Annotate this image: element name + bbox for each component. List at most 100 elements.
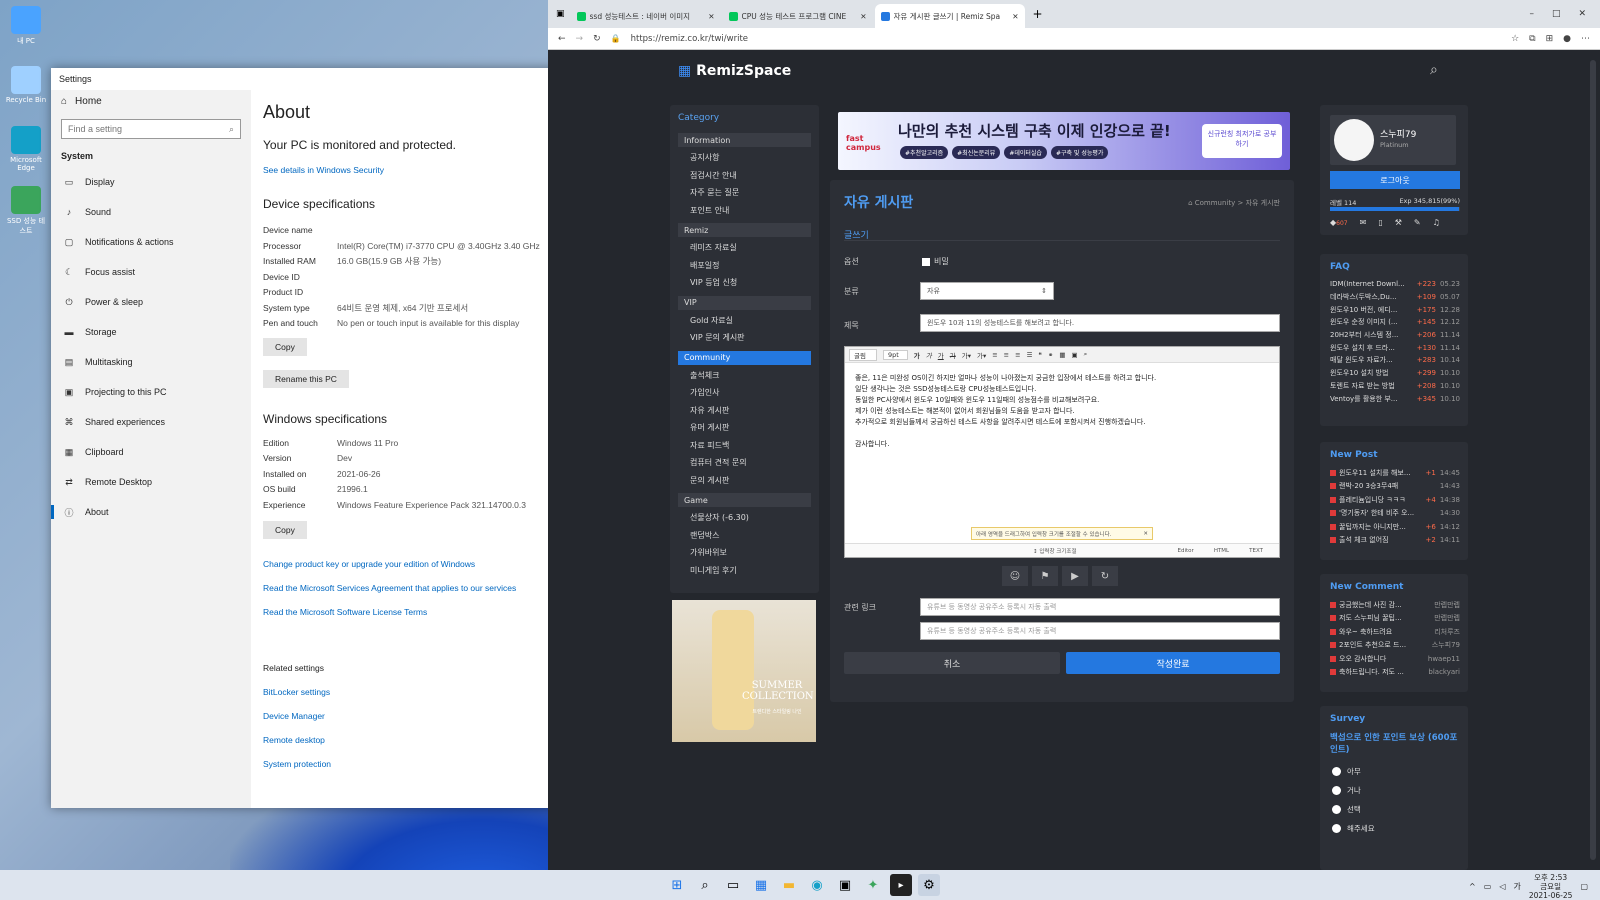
settings-gear-icon[interactable]: ⚙ — [918, 874, 940, 896]
editor-mode-tab[interactable]: HTML — [1214, 548, 1229, 554]
cancel-button[interactable]: 취소 — [844, 652, 1060, 674]
faq-item[interactable]: 20H2부터 시스템 정... +206 11.14 — [1320, 329, 1468, 342]
new-comment-item[interactable]: 축하드립니다. 저도 ... blackyari — [1320, 666, 1468, 680]
ime-icon[interactable]: 가 — [1513, 881, 1520, 892]
category-item[interactable]: 컴퓨터 견적 문의 — [670, 454, 819, 472]
wrench-icon[interactable]: ⚒ — [1395, 218, 1402, 227]
nav-item-about[interactable]: ⓘ About — [51, 497, 251, 527]
editor-mode-tab[interactable]: TEXT — [1249, 548, 1263, 554]
category-item[interactable]: 자료 피드백 — [670, 437, 819, 455]
pencil-icon[interactable]: ✎ — [1414, 218, 1421, 227]
category-item[interactable]: 가입인사 — [670, 384, 819, 402]
quote-icon[interactable]: ❝ — [1038, 351, 1042, 359]
forward-icon[interactable]: → — [576, 34, 584, 44]
tray-chevron-icon[interactable]: ^ — [1469, 882, 1476, 891]
youtube-icon[interactable]: ▶ — [1062, 566, 1088, 586]
ad-cta[interactable]: 신규런칭 최저가로 공부하기 — [1202, 124, 1282, 158]
list-icon[interactable]: ☰ — [1027, 351, 1033, 359]
home-nav[interactable]: ⌂ Home — [51, 90, 251, 113]
secret-option[interactable]: 비밀 — [922, 256, 949, 267]
new-post-item[interactable]: 꿀팁까지는 아니지만... +6 14:12 — [1320, 520, 1468, 534]
new-post-item[interactable]: 플레티늄입니당 ㅋㅋㅋ +4 14:38 — [1320, 493, 1468, 507]
store-icon[interactable]: ▣ — [834, 874, 856, 896]
strike-icon[interactable]: 가 — [950, 350, 956, 360]
nav-item-multitasking[interactable]: ▤ Multitasking — [51, 347, 251, 377]
fashion-ad[interactable]: SUMMER COLLECTION 트렌디한 스타일링 나인 — [672, 600, 816, 742]
avatar[interactable] — [1334, 119, 1374, 161]
desktop-icon[interactable]: Recycle Bin — [4, 66, 48, 104]
browser-maximize-icon[interactable]: □ — [1552, 9, 1561, 19]
faq-item[interactable]: 매달 윈도우 자료가... +283 10.14 — [1320, 354, 1468, 367]
tab-close-icon[interactable]: ✕ — [708, 12, 714, 21]
category-section[interactable]: VIP — [678, 295, 811, 310]
new-post-item[interactable]: 윈도우11 설치를 해보... +1 14:45 — [1320, 466, 1468, 480]
profile-icon[interactable]: ● — [1563, 34, 1571, 44]
category-item[interactable]: 미니게임 후기 — [670, 562, 819, 580]
align-right-icon[interactable]: ≡ — [1015, 351, 1020, 359]
browser-tab[interactable]: ssd 성능테스트 : 네이버 이미지 ✕ — [571, 4, 721, 28]
radio-button[interactable] — [1332, 805, 1341, 814]
nav-item-display[interactable]: ▭ Display — [51, 167, 251, 197]
table-icon[interactable]: ▦ — [1059, 351, 1065, 359]
nav-item-clipboard[interactable]: ▦ Clipboard — [51, 437, 251, 467]
search-icon[interactable]: ⌕ — [694, 874, 716, 896]
faq-item[interactable]: IDM(Internet Downl... +223 05.23 — [1320, 278, 1468, 291]
mail-icon[interactable]: ✉ — [1360, 218, 1367, 227]
category-item[interactable]: 포인트 안내 — [670, 202, 819, 220]
font-select[interactable]: 굴림 — [849, 348, 877, 361]
tab-close-icon[interactable]: ✕ — [860, 12, 866, 21]
browser-tab[interactable]: CPU 성능 테스트 프로그램 CINE ✕ — [723, 4, 873, 28]
editor-body[interactable]: 좋은, 11은 미완성 OS이긴 하지만 얼마나 성능이 나아졌는지 궁금한 입… — [845, 363, 1279, 450]
nav-item-shared-experiences[interactable]: ⌘ Shared experiences — [51, 407, 251, 437]
new-tab-icon[interactable]: + — [1033, 7, 1043, 21]
faq-item[interactable]: 토렌트 자료 받는 방법 +208 10.10 — [1320, 380, 1468, 393]
faq-item[interactable]: 윈도우 설치 후 드라... +130 11.14 — [1320, 341, 1468, 354]
faq-item[interactable]: 윈도우10 버전, 에디... +175 12.28 — [1320, 303, 1468, 316]
new-post-item[interactable]: 랜박-20 3승3무4패 14:43 — [1320, 480, 1468, 494]
size-select[interactable]: 9pt — [882, 349, 908, 360]
desktop-icon[interactable]: 내 PC — [4, 6, 48, 46]
faq-item[interactable]: 데라박스(두박스,Du... +109 05.07 — [1320, 291, 1468, 304]
category-item[interactable]: 유머 게시판 — [670, 419, 819, 437]
faq-item[interactable]: 윈도우10 설치 방법 +299 10.10 — [1320, 367, 1468, 380]
survey-option[interactable]: 선택 — [1320, 800, 1468, 819]
url-field[interactable]: https://remiz.co.kr/twi/write — [631, 31, 1501, 47]
desktop-icon[interactable]: SSD 성능 테스트 — [4, 186, 48, 236]
browser-close-icon[interactable]: ✕ — [1578, 9, 1586, 19]
page-scrollbar[interactable] — [1590, 60, 1596, 860]
find-setting-input[interactable]: Find a setting ⌕ — [61, 119, 241, 139]
category-section[interactable]: Information — [678, 133, 811, 147]
category-item[interactable]: 랜덤박스 — [670, 527, 819, 545]
radio-button[interactable] — [1332, 767, 1341, 776]
nav-item-notifications-actions[interactable]: ▢ Notifications & actions — [51, 227, 251, 257]
image-icon[interactable]: ▣ — [1072, 351, 1078, 359]
copy-windows-button[interactable]: Copy — [263, 521, 307, 539]
new-post-item[interactable]: 출석 체크 없어짐 +2 14:11 — [1320, 534, 1468, 548]
refresh-icon[interactable]: ↻ — [593, 34, 601, 44]
link-input-1[interactable]: 유튜브 등 동영상 공유주소 등록시 자동 출력 — [920, 598, 1280, 616]
nav-item-focus-assist[interactable]: ☾ Focus assist — [51, 257, 251, 287]
new-comment-item[interactable]: 2포인트 추천으로 드... 스누피79 — [1320, 639, 1468, 653]
survey-option[interactable]: 거나 — [1320, 781, 1468, 800]
category-item[interactable]: 자주 묻는 질문 — [670, 184, 819, 202]
category-section[interactable]: Community — [678, 350, 811, 365]
site-logo[interactable]: ▦ RemizSpace — [678, 63, 791, 79]
category-section[interactable]: Game — [678, 493, 811, 507]
category-item[interactable]: 선물상자 (-6.30) — [670, 509, 819, 527]
category-item[interactable]: 문의 게시판 — [670, 472, 819, 490]
tooltip-close-icon[interactable]: ✕ — [1143, 531, 1148, 537]
notification-icon[interactable]: ▢ — [1580, 882, 1588, 891]
logout-button[interactable]: 로그아웃 — [1330, 171, 1460, 189]
nav-item-remote-desktop[interactable]: ⇄ Remote Desktop — [51, 467, 251, 497]
restore-icon[interactable]: ↻ — [1092, 566, 1118, 586]
submit-button[interactable]: 작성완료 — [1066, 652, 1280, 674]
category-item[interactable]: Gold 자료실 — [670, 312, 819, 330]
category-section[interactable]: Remiz — [678, 223, 811, 237]
bg-color-icon[interactable]: 가▾ — [977, 350, 986, 360]
category-item[interactable]: VIP 등업 신청 — [670, 274, 819, 292]
desktop-icon[interactable]: Microsoft Edge — [4, 126, 48, 172]
emoji-icon[interactable]: ☺ — [1002, 566, 1028, 586]
extensions-icon[interactable]: ⊞ — [1546, 34, 1554, 44]
subject-input[interactable]: 윈도우 10과 11의 성능테스트를 해보려고 합니다. — [920, 314, 1280, 332]
collections-icon[interactable]: ⧉ — [1529, 34, 1535, 44]
